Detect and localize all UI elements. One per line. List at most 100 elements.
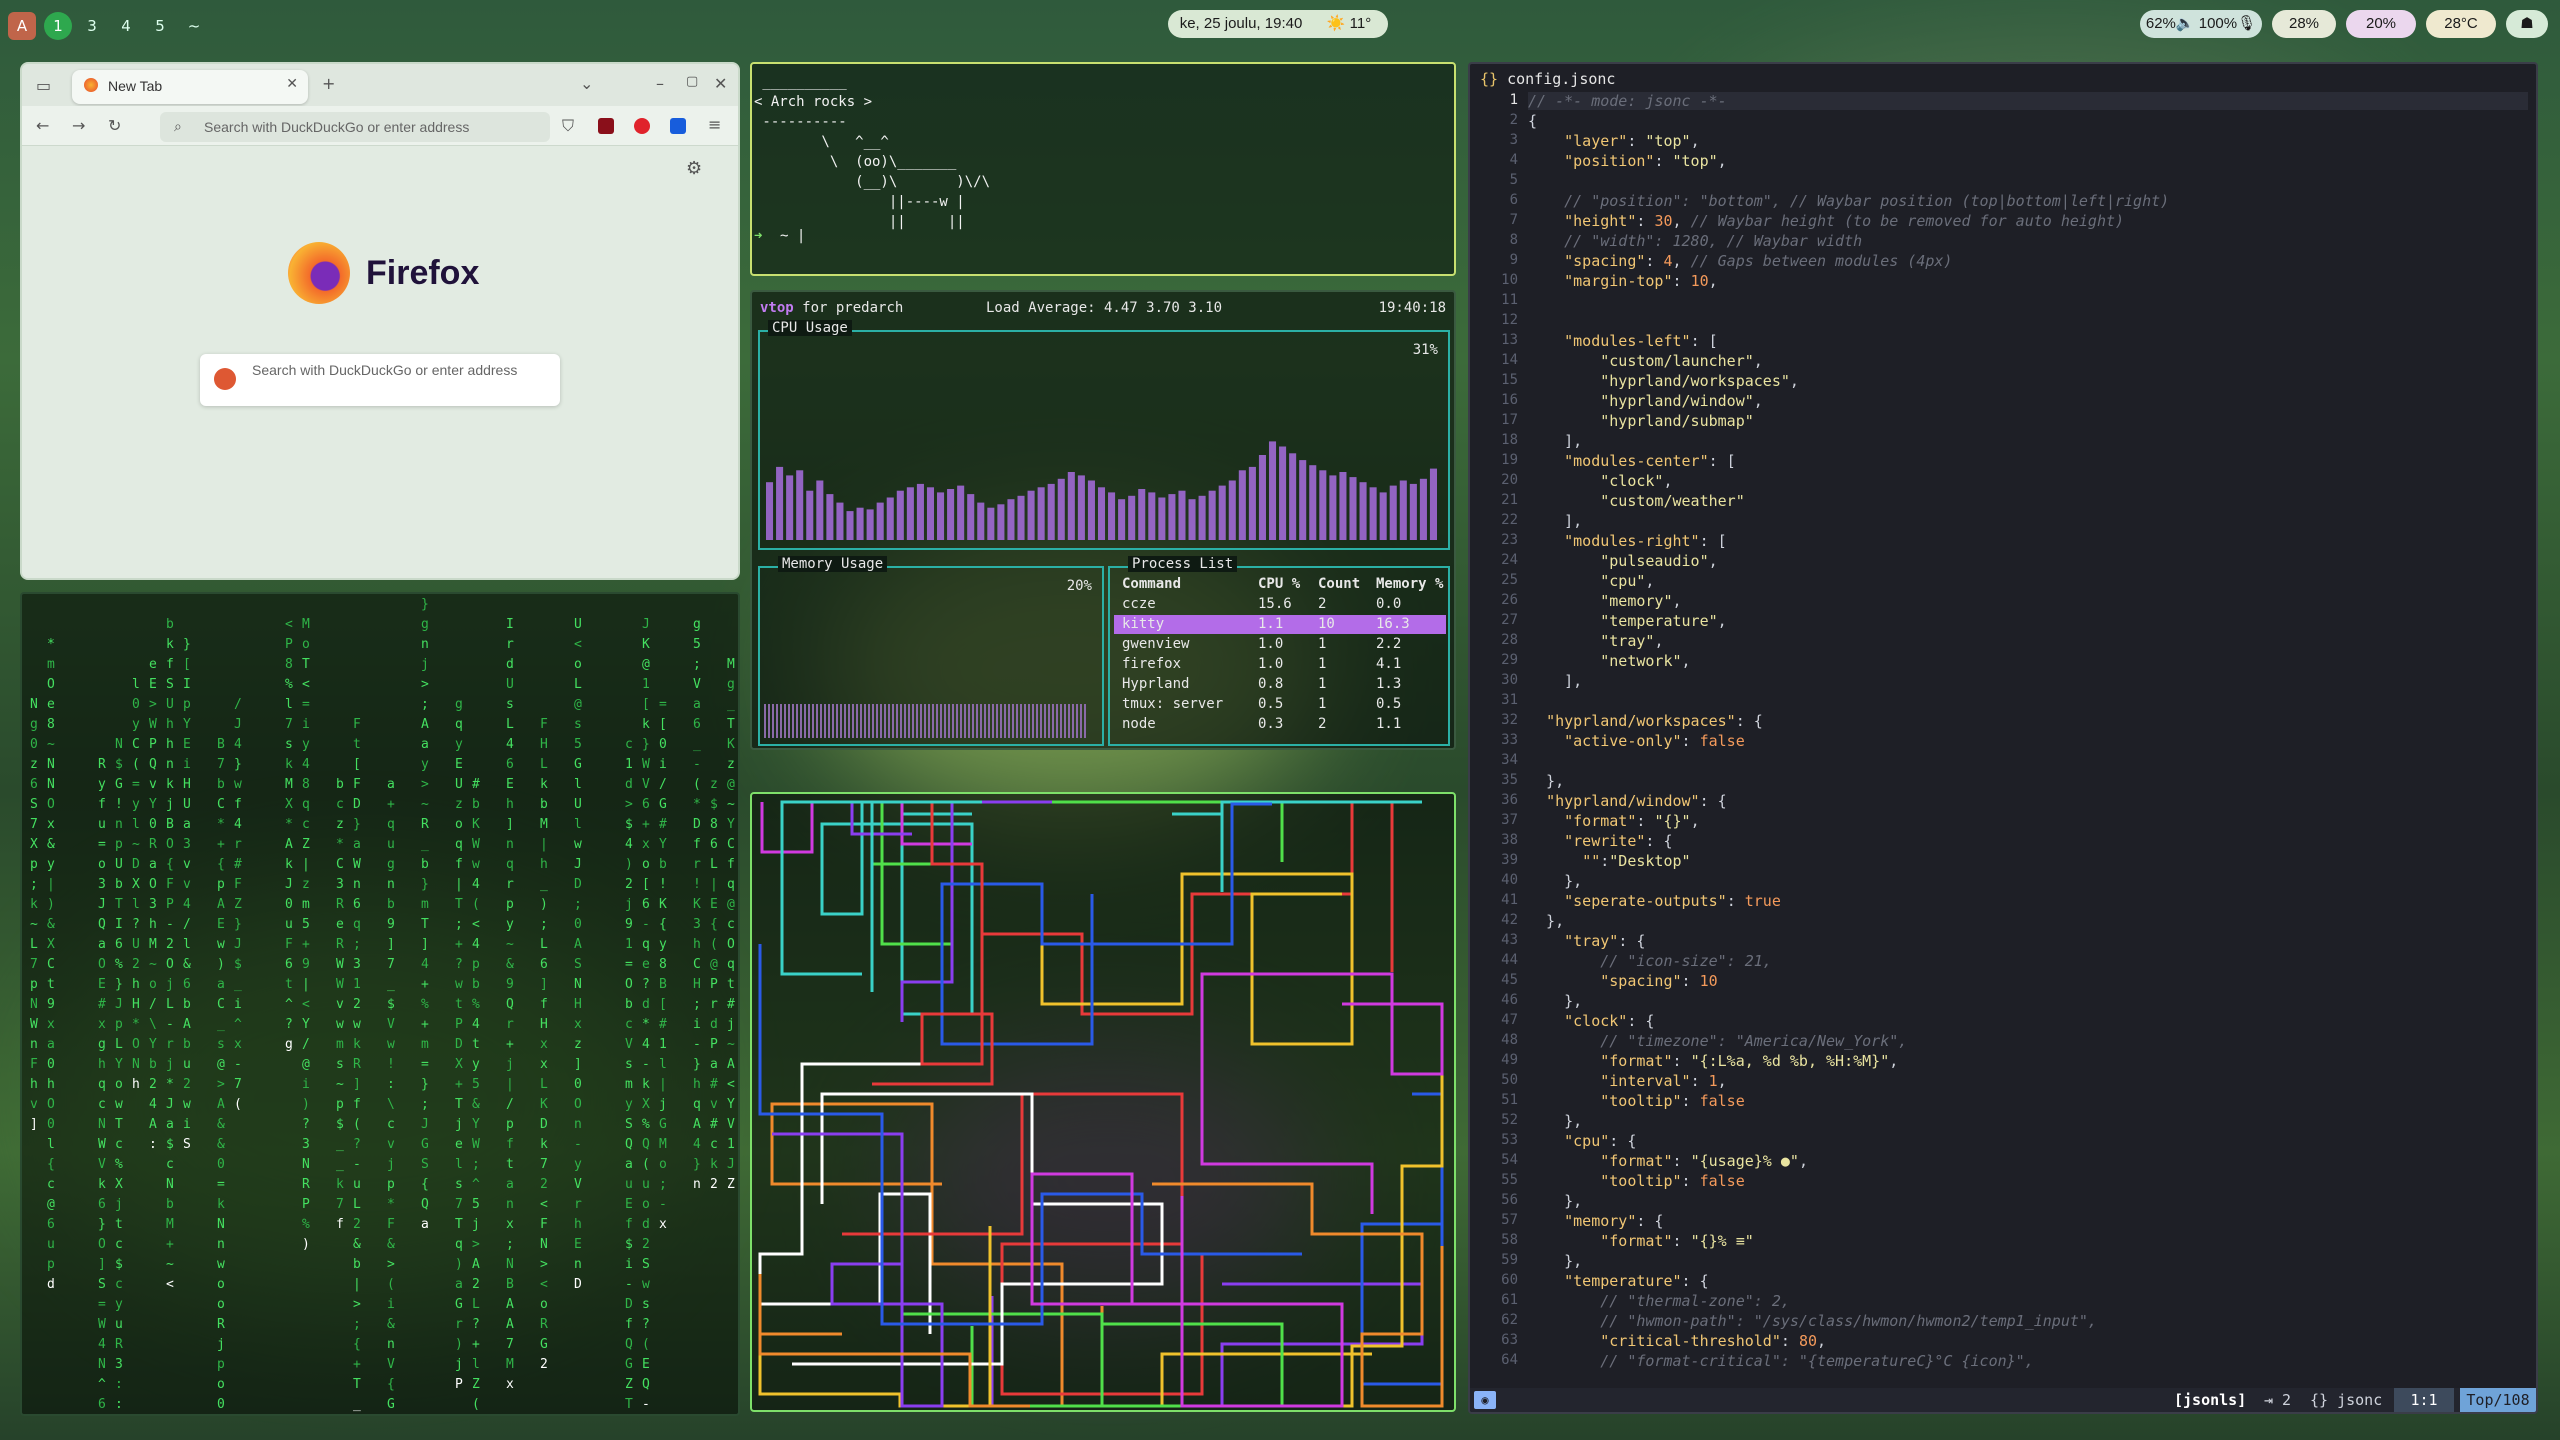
matrix-glyph: G <box>455 1297 463 1312</box>
vtop-terminal[interactable]: vtop for predarch Load Average: 4.47 3.7… <box>750 290 1456 750</box>
matrix-glyph: d <box>642 997 650 1012</box>
matrix-glyph: C <box>47 957 55 972</box>
workspace-1[interactable]: 1 <box>44 12 72 40</box>
matrix-glyph: 4 <box>98 1337 106 1352</box>
matrix-glyph: h <box>98 1057 106 1072</box>
cpu-bar <box>766 482 774 540</box>
matrix-terminal[interactable]: Ng 0 z 6 S 7 Xp; k ~ L 7 p N Wn Fh v] * m Oe 8 ~ N N Ox & y |) & X Ct… <box>20 592 740 1416</box>
matrix-glyph: ~ <box>166 1257 174 1272</box>
close-window-icon[interactable]: ✕ <box>714 74 727 93</box>
temperature-module[interactable]: 28°C <box>2426 10 2496 38</box>
workspace-special[interactable]: ~ <box>180 12 208 40</box>
code-line: "clock", <box>1600 472 1673 490</box>
line-number: 6 <box>1509 192 1518 208</box>
reload-icon[interactable]: ↻ <box>108 116 121 135</box>
maximize-icon[interactable]: ▢ <box>686 74 698 89</box>
code-line: "hyprland/workspaces", <box>1600 372 1799 390</box>
matrix-glyph: n <box>353 877 361 892</box>
matrix-glyph: C <box>217 797 225 812</box>
matrix-glyph: z <box>455 797 463 812</box>
line-number: 25 <box>1501 572 1518 588</box>
matrix-glyph: M <box>285 777 293 792</box>
matrix-glyph: r <box>166 1037 174 1052</box>
matrix-glyph: p <box>217 877 225 892</box>
matrix-glyph: \ <box>149 1017 157 1032</box>
matrix-glyph: a <box>217 977 225 992</box>
matrix-glyph: i <box>183 1117 191 1132</box>
matrix-glyph: O <box>47 797 55 812</box>
matrix-glyph: o <box>302 637 310 652</box>
shell-prompt[interactable]: ~ | <box>780 228 805 244</box>
network-icon[interactable]: ☗ <box>2506 10 2548 38</box>
matrix-glyph: c <box>710 1137 718 1152</box>
process-cell: 4.1 <box>1376 656 1402 672</box>
matrix-glyph: 4 <box>234 817 242 832</box>
code-line: }, <box>1528 1252 1583 1270</box>
matrix-glyph: + <box>421 977 429 992</box>
minimize-icon[interactable]: – <box>656 74 664 93</box>
matrix-glyph: $ <box>336 1117 344 1132</box>
workspace-4[interactable]: 4 <box>112 12 140 40</box>
matrix-glyph: l <box>285 697 293 712</box>
pocket-icon[interactable]: ⛉ <box>562 116 574 136</box>
settings-gear-icon[interactable]: ⚙ <box>686 158 702 179</box>
ublock-icon[interactable] <box>598 118 614 134</box>
url-input[interactable]: ⌕ Search with DuckDuckGo or enter addres… <box>160 112 550 142</box>
matrix-glyph: 3 <box>98 877 106 892</box>
cpu-bar <box>1118 499 1126 540</box>
cpu-module[interactable]: 28% <box>2272 10 2336 38</box>
cowsay-terminal[interactable]: __________ < Arch rocks > ---------- \ ^… <box>750 62 1456 276</box>
memory-module[interactable]: 20% <box>2346 10 2416 38</box>
matrix-glyph: h <box>166 737 174 752</box>
weather-module[interactable]: ☀️ 11° <box>1316 10 1382 38</box>
code-line: // "format-critical": "{temperatureC}°C … <box>1528 1352 2034 1370</box>
neovim-editor[interactable]: {} config.jsonc 1 // -*- mode: jsonc -*- 2… <box>1468 62 2538 1414</box>
matrix-glyph: 4 <box>506 737 514 752</box>
forward-icon[interactable]: → <box>72 116 85 135</box>
matrix-glyph: j <box>387 1157 395 1172</box>
newtab-search-input[interactable]: Search with DuckDuckGo or enter address <box>200 354 560 406</box>
matrix-glyph: M <box>302 617 310 632</box>
tab-new-tab[interactable]: New Tab ✕ <box>72 70 308 104</box>
audio-module[interactable]: 62%🔈 100%🎙 <box>2140 10 2262 38</box>
workspace-3[interactable]: 3 <box>78 12 106 40</box>
bitwarden-icon[interactable] <box>670 118 686 134</box>
close-tab-icon[interactable]: ✕ <box>286 76 298 92</box>
url-placeholder: Search with DuckDuckGo or enter address <box>204 119 470 135</box>
matrix-glyph: K <box>693 897 701 912</box>
code-line: "seperate-outputs": true <box>1564 892 1781 910</box>
matrix-glyph: ) <box>455 1337 463 1352</box>
new-tab-icon[interactable]: + <box>322 74 335 93</box>
matrix-glyph: J <box>285 877 293 892</box>
matrix-glyph: ; <box>421 697 429 712</box>
back-icon[interactable]: ← <box>36 116 49 135</box>
launcher-button[interactable]: A <box>8 12 36 40</box>
matrix-glyph: y <box>47 857 55 872</box>
matrix-glyph: D <box>574 1277 582 1292</box>
matrix-glyph: < <box>540 1277 548 1292</box>
sidebar-icon[interactable]: ▭ <box>36 76 51 95</box>
matrix-glyph: | <box>353 1277 361 1292</box>
matrix-glyph: 5 <box>472 1197 480 1212</box>
matrix-glyph: { <box>166 857 174 872</box>
tab-list-icon[interactable]: ⌄ <box>580 74 593 93</box>
matrix-glyph: T <box>421 917 429 932</box>
matrix-glyph: 7 <box>506 1337 514 1352</box>
code-line: "interval": 1, <box>1600 1072 1727 1090</box>
matrix-glyph: + <box>472 1337 480 1352</box>
privacy-badger-icon[interactable] <box>634 118 650 134</box>
code-line: { <box>1528 112 1538 130</box>
line-number: 27 <box>1501 612 1518 628</box>
matrix-glyph: s <box>217 1037 225 1052</box>
matrix-glyph: @ <box>727 897 735 912</box>
matrix-glyph: ^ <box>285 997 293 1012</box>
matrix-glyph: { <box>353 1337 361 1352</box>
menu-icon[interactable]: ≡ <box>708 115 721 134</box>
line-number: 34 <box>1501 752 1518 768</box>
clock-module[interactable]: ke, 25 joulu, 19:40 <box>1176 10 1306 38</box>
workspace-5[interactable]: 5 <box>146 12 174 40</box>
matrix-glyph: 3 <box>336 877 344 892</box>
matrix-glyph: ? <box>472 1317 480 1332</box>
code-area[interactable]: 1 // -*- mode: jsonc -*- 2 {3 "layer": "top… <box>1470 88 2536 1370</box>
pipes-terminal[interactable] <box>750 792 1456 1412</box>
